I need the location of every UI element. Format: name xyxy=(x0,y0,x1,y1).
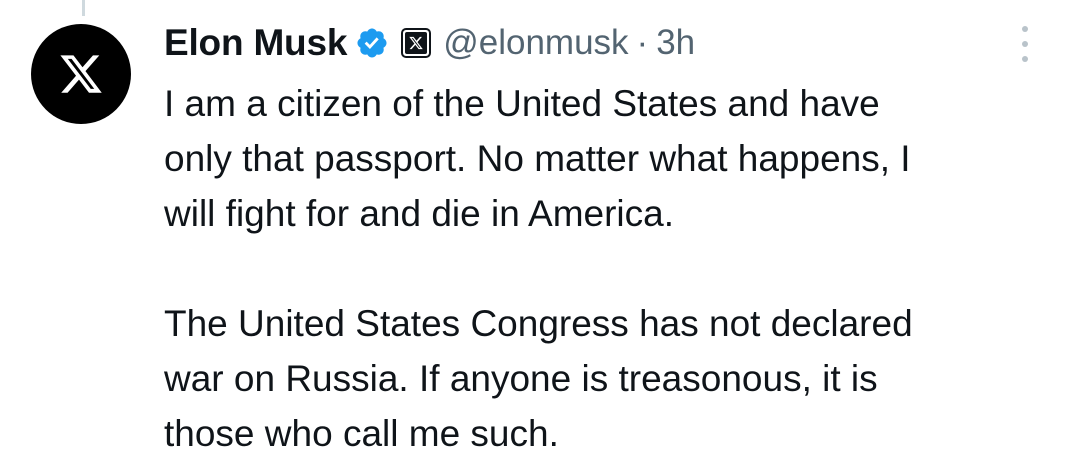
more-dot xyxy=(1022,41,1028,47)
author-display-name[interactable]: Elon Musk xyxy=(164,22,347,64)
text-line: war on Russia. If anyone is treasonous, … xyxy=(164,358,878,399)
tweet-header: Elon Musk @elonmusk · 3h xyxy=(164,18,1044,68)
avatar[interactable] xyxy=(31,24,131,124)
x-logo-icon xyxy=(60,55,102,93)
text-line: those who call me such. xyxy=(164,413,559,454)
more-vertical-icon[interactable] xyxy=(1013,26,1037,62)
tweet[interactable]: Elon Musk @elonmusk · 3h I am a citizen … xyxy=(0,0,1080,471)
tweet-paragraph: I am a citizen of the United States and … xyxy=(164,76,1044,241)
tweet-timestamp[interactable]: 3h xyxy=(656,23,695,63)
text-line: will fight for and die in America. xyxy=(164,193,675,234)
text-line: I am a citizen of the United States and … xyxy=(164,83,880,124)
verified-badge-icon xyxy=(355,26,389,60)
more-dot xyxy=(1022,26,1028,32)
tweet-content: Elon Musk @elonmusk · 3h I am a citizen … xyxy=(164,18,1044,461)
text-line: only that passport. No matter what happe… xyxy=(164,138,911,179)
tweet-paragraph: The United States Congress has not decla… xyxy=(164,296,1044,461)
author-handle[interactable]: @elonmusk xyxy=(443,23,628,63)
thread-connector-line xyxy=(82,0,85,16)
x-affiliate-badge-icon xyxy=(401,28,432,58)
header-separator: · xyxy=(636,23,649,62)
more-dot xyxy=(1022,56,1028,62)
text-line: The United States Congress has not decla… xyxy=(164,303,913,344)
tweet-text: I am a citizen of the United States and … xyxy=(164,76,1044,461)
